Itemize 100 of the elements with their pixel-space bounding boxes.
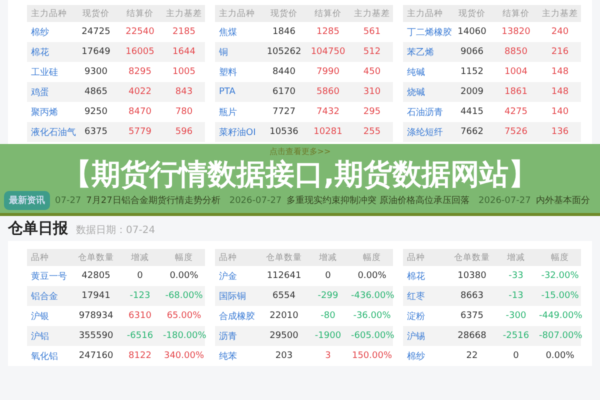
news-link[interactable]: 内外基本面分 xyxy=(536,194,590,207)
commodity-link[interactable]: 合成橡胶 xyxy=(219,312,255,322)
commodity-link[interactable]: 氧化铝 xyxy=(31,352,58,362)
table-cell-text: 6170 xyxy=(272,87,296,97)
commodity-link[interactable]: 涤纶短纤 xyxy=(407,128,443,138)
column-header: 品种 xyxy=(218,252,238,264)
commodity-link[interactable]: 棉纱 xyxy=(31,28,49,38)
commodity-link[interactable]: 沪金 xyxy=(219,272,237,282)
table-cell-text: 105262 xyxy=(266,47,302,57)
table-cell-text: 512 xyxy=(362,47,382,57)
commodity-link[interactable]: 瓶片 xyxy=(219,108,237,118)
table-cell-text: 4022 xyxy=(128,87,152,97)
commodity-link[interactable]: 塑料 xyxy=(219,68,237,78)
table-cell-text: 1005 xyxy=(172,67,196,77)
table-cell-text: 0 xyxy=(324,271,332,281)
commodity-link[interactable]: 烧碱 xyxy=(407,88,425,98)
commodity-link[interactable]: 棉花 xyxy=(407,272,425,282)
table-cell-text: 0 xyxy=(512,351,520,361)
table-cell-text: 13820 xyxy=(500,27,532,37)
table-cell-text: 0.00% xyxy=(168,271,200,281)
table-cell-text: 4865 xyxy=(84,87,108,97)
commodity-link[interactable]: PTA xyxy=(219,87,236,97)
table-cell-text: 203 xyxy=(274,351,294,361)
commodity-link[interactable]: 焦煤 xyxy=(219,28,237,38)
table-cell-text: 16005 xyxy=(124,47,156,57)
news-link[interactable]: 多重现实约束抑制冲突 原油价格高位承压回落 xyxy=(286,194,470,207)
table-cell-text: 3 xyxy=(324,351,332,361)
commodity-link[interactable]: 纯碱 xyxy=(407,68,425,78)
commodity-link[interactable]: 液化石油气 xyxy=(31,128,76,138)
table-cell-text: 7526 xyxy=(504,127,528,137)
commodity-link[interactable]: 棉纱 xyxy=(407,352,425,362)
table-cell-text: 561 xyxy=(362,27,382,37)
commodity-link[interactable]: 黄豆一号 xyxy=(31,272,67,282)
column-header: 幅度 xyxy=(362,252,382,264)
table-cell-text: -123 xyxy=(128,291,152,301)
table-cell-text: 9300 xyxy=(84,67,108,77)
table-cell-text: 148 xyxy=(550,67,570,77)
table-cell-text: 148 xyxy=(550,87,570,97)
column-header: 幅度 xyxy=(550,252,570,264)
table-cell-text: 65.00% xyxy=(166,311,202,321)
table-cell-text: 7990 xyxy=(316,67,340,77)
column-header: 结算价 xyxy=(126,8,154,20)
table-cell-text: 247160 xyxy=(78,351,114,361)
commodity-link[interactable]: 菜籽油OI xyxy=(219,128,256,138)
commodity-link[interactable]: 淀粉 xyxy=(407,312,425,322)
commodity-link[interactable]: 国际铜 xyxy=(219,292,246,302)
column-header: 主力基差 xyxy=(165,8,203,20)
table-cell: -449.00% xyxy=(539,311,581,321)
column-header: 主力基差 xyxy=(541,8,579,20)
table-cell-text: 310 xyxy=(362,87,382,97)
table-cell-text: 22540 xyxy=(124,27,156,37)
table-cell-text: -1900 xyxy=(314,331,342,341)
news-badge: 最新资讯 xyxy=(4,191,50,210)
commodity-link[interactable]: 纯苯 xyxy=(219,352,237,362)
column-header: 仓单数量 xyxy=(453,252,491,264)
commodity-link[interactable]: 沪锡 xyxy=(407,332,425,342)
commodity-link[interactable]: 沪银 xyxy=(31,312,49,322)
table-cell-text: 255 xyxy=(362,127,382,137)
commodity-link[interactable]: 沪铝 xyxy=(31,332,49,342)
table-cell: 340.00% xyxy=(163,351,205,361)
column-header: 品种 xyxy=(406,252,426,264)
table-cell-text: -36.00% xyxy=(352,311,392,321)
table-cell-text: -2516 xyxy=(502,331,530,341)
table-cell-text: 22 xyxy=(465,351,479,361)
commodity-link[interactable]: 棉花 xyxy=(31,48,49,58)
commodity-link[interactable]: 铝合金 xyxy=(31,292,58,302)
table-cell-text: 28668 xyxy=(456,331,488,341)
commodity-link[interactable]: 苯乙烯 xyxy=(407,48,434,58)
table-cell-text: -6516 xyxy=(126,331,154,341)
commodity-link[interactable]: 鸡蛋 xyxy=(31,88,49,98)
table-cell-text: 2185 xyxy=(172,27,196,37)
table-cell-text: 112641 xyxy=(266,271,302,281)
commodity-link[interactable]: 铜 xyxy=(219,48,228,58)
table-cell-text: 104750 xyxy=(310,47,346,57)
table-cell: -436.00% xyxy=(351,291,393,301)
banner-title: 【期货行情数据接口,期货数据网站】 xyxy=(61,157,539,191)
commodity-link[interactable]: 丁二烯橡胶 xyxy=(407,28,452,38)
table-cell-text: 780 xyxy=(174,107,194,117)
table-cell-text: -80 xyxy=(320,311,336,321)
commodity-link[interactable]: 石油沥青 xyxy=(407,108,443,118)
commodity-link[interactable]: 红枣 xyxy=(407,292,425,302)
table-cell-text: 10281 xyxy=(312,127,344,137)
commodity-link[interactable]: 沥青 xyxy=(219,332,237,342)
table-cell: -807.00% xyxy=(539,331,581,341)
data-date: 数据日期：07-24 xyxy=(76,224,156,237)
table-cell-text: 843 xyxy=(174,87,194,97)
table-cell-text: 17649 xyxy=(80,47,112,57)
table-cell-text: 0.00% xyxy=(356,271,388,281)
commodity-link[interactable]: 工业硅 xyxy=(31,68,58,78)
table-cell-text: 1861 xyxy=(504,87,528,97)
table-cell: 150.00% xyxy=(351,351,393,361)
table-cell-text: 9066 xyxy=(460,47,484,57)
table-cell-text: 1846 xyxy=(272,27,296,37)
column-header: 主力品种 xyxy=(30,8,68,20)
table-cell-text: 6554 xyxy=(272,291,296,301)
commodity-link[interactable]: 聚丙烯 xyxy=(31,108,58,118)
news-link[interactable]: 7月27日铝合金期货行情走势分析 xyxy=(86,194,220,207)
table-cell-text: 8850 xyxy=(504,47,528,57)
column-header: 增减 xyxy=(318,252,338,264)
column-header: 现货价 xyxy=(270,8,298,20)
